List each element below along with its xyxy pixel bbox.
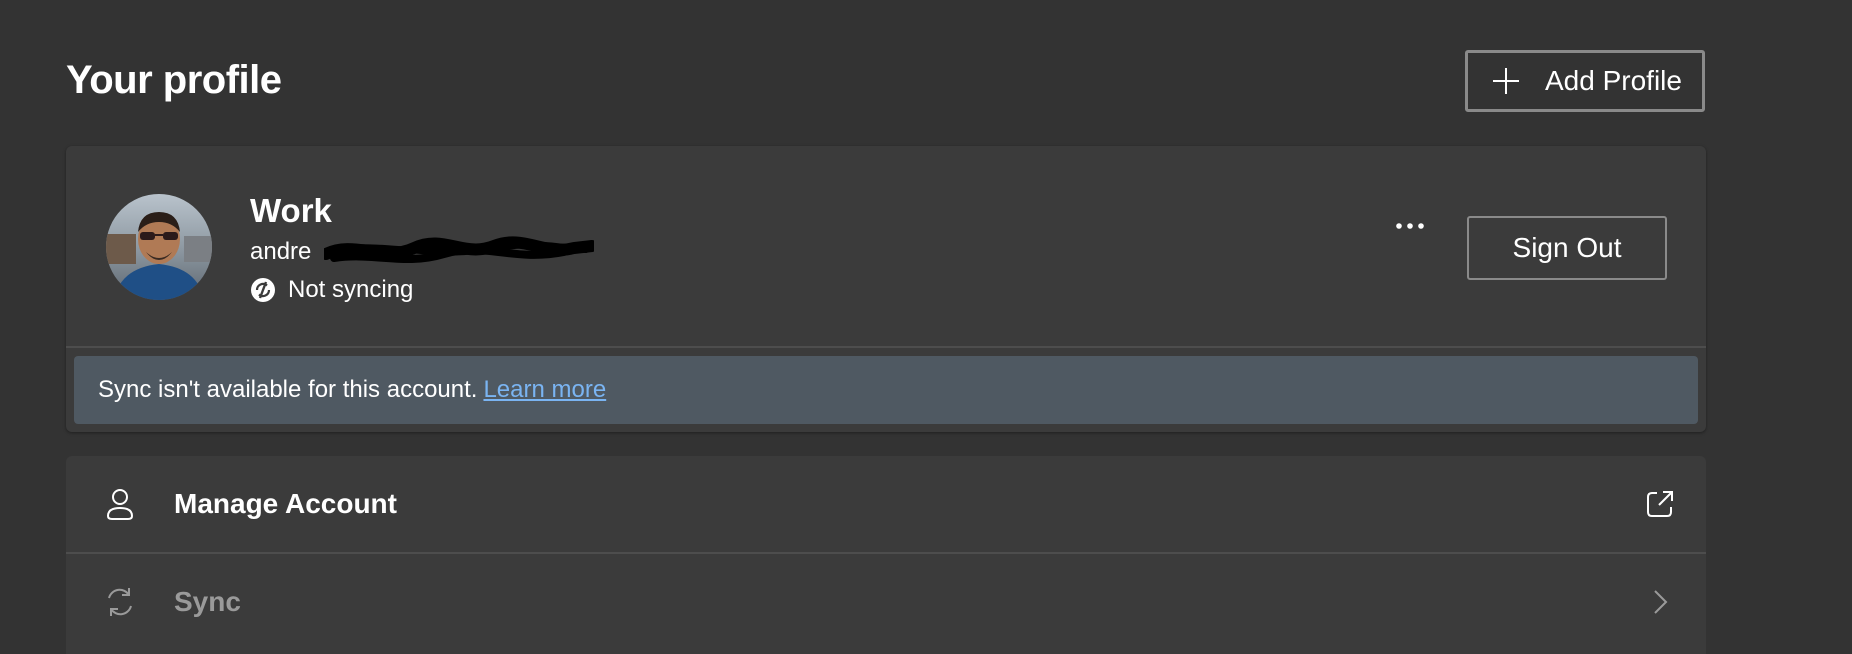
avatar-photo — [106, 194, 212, 300]
sync-label: Sync — [174, 586, 241, 617]
sync-unavailable-banner: Sync isn't available for this account. L… — [74, 356, 1698, 424]
learn-more-link[interactable]: Learn more — [483, 376, 606, 404]
settings-list: Manage Account Sync — [66, 456, 1706, 654]
redaction-scribble — [324, 236, 594, 263]
sync-status-label: Not syncing — [288, 276, 414, 303]
add-profile-label: Add Profile — [1545, 65, 1682, 96]
profile-card: Work andre Not syncing Sign Out Sync isn… — [66, 146, 1706, 432]
sync-icon — [108, 588, 132, 616]
manage-account-row[interactable]: Manage Account — [66, 456, 1706, 552]
sync-row[interactable]: Sync — [66, 554, 1706, 650]
plus-icon — [1493, 68, 1519, 94]
profile-email: andre — [250, 238, 312, 265]
profile-settings-page: Your profile Add Profile Work andre Not … — [0, 0, 1852, 654]
manage-account-label: Manage Account — [174, 488, 397, 519]
sync-status: Not syncing — [250, 276, 413, 304]
avatar[interactable] — [106, 194, 212, 300]
add-profile-button[interactable]: Add Profile — [1465, 50, 1705, 112]
banner-message: Sync isn't available for this account. — [98, 376, 478, 403]
open-external-icon — [1647, 491, 1673, 517]
chevron-right-icon — [1654, 590, 1668, 614]
more-options-button[interactable] — [1382, 206, 1438, 246]
person-icon — [106, 489, 134, 520]
divider — [66, 346, 1706, 348]
sync-disabled-icon — [251, 278, 275, 302]
sign-out-button[interactable]: Sign Out — [1467, 216, 1667, 280]
more-horizontal-icon — [1396, 223, 1424, 229]
profile-name: Work — [250, 192, 332, 229]
page-title: Your profile — [66, 58, 282, 102]
